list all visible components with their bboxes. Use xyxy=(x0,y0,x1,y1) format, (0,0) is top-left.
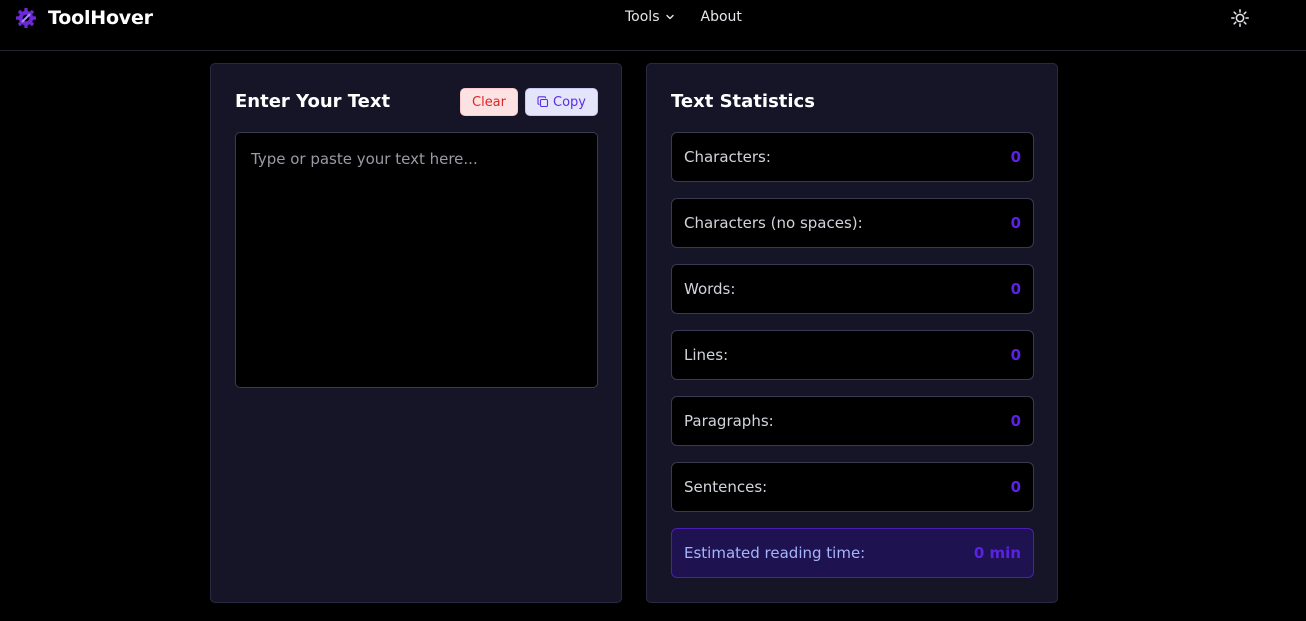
chevron-down-icon xyxy=(665,12,675,22)
stat-label: Characters: xyxy=(684,148,771,166)
stats-card-title: Text Statistics xyxy=(671,91,815,112)
input-card-title: Enter Your Text xyxy=(235,91,391,112)
top-navbar: ToolHover Tools About xyxy=(0,0,1306,51)
copy-icon xyxy=(537,96,549,108)
stat-sentences: Sentences: 0 xyxy=(671,462,1034,512)
stat-label: Lines: xyxy=(684,346,729,364)
gear-wrench-icon xyxy=(14,6,38,30)
stat-value: 0 xyxy=(1010,148,1021,166)
stat-lines: Lines: 0 xyxy=(671,330,1034,380)
stat-reading-time: Estimated reading time: 0 min xyxy=(671,528,1034,578)
clear-button[interactable]: Clear xyxy=(460,88,518,116)
clear-button-label: Clear xyxy=(472,94,506,110)
stat-paragraphs: Paragraphs: 0 xyxy=(671,396,1034,446)
stat-label: Paragraphs: xyxy=(684,412,774,430)
stat-value: 0 xyxy=(1010,478,1021,496)
copy-button[interactable]: Copy xyxy=(525,88,598,116)
theme-toggle-button[interactable] xyxy=(1230,8,1250,28)
nav-tools-dropdown[interactable]: Tools xyxy=(625,9,675,25)
stat-value: 0 xyxy=(1010,214,1021,232)
stat-label: Sentences: xyxy=(684,478,768,496)
stat-value: 0 min xyxy=(973,544,1021,562)
stat-value: 0 xyxy=(1010,346,1021,364)
stat-value: 0 xyxy=(1010,280,1021,298)
stat-label: Characters (no spaces): xyxy=(684,214,863,232)
nav-tools-label: Tools xyxy=(625,9,660,25)
copy-button-label: Copy xyxy=(553,94,586,110)
nav-about-link[interactable]: About xyxy=(701,9,742,25)
stat-value: 0 xyxy=(1010,412,1021,430)
stat-characters: Characters: 0 xyxy=(671,132,1034,182)
text-input-area[interactable] xyxy=(235,132,598,388)
stat-words: Words: 0 xyxy=(671,264,1034,314)
nav-about-label: About xyxy=(700,9,742,25)
brand-link[interactable]: ToolHover xyxy=(14,5,153,31)
sun-icon xyxy=(1230,8,1250,28)
stat-label: Estimated reading time: xyxy=(684,544,866,562)
text-input-card: Enter Your Text Clear Copy xyxy=(210,63,622,603)
brand-name: ToolHover xyxy=(48,7,153,29)
text-statistics-card: Text Statistics Characters: 0 Characters… xyxy=(646,63,1058,603)
main-nav: Tools About xyxy=(625,9,742,25)
stat-characters-no-spaces: Characters (no spaces): 0 xyxy=(671,198,1034,248)
stat-label: Words: xyxy=(684,280,736,298)
